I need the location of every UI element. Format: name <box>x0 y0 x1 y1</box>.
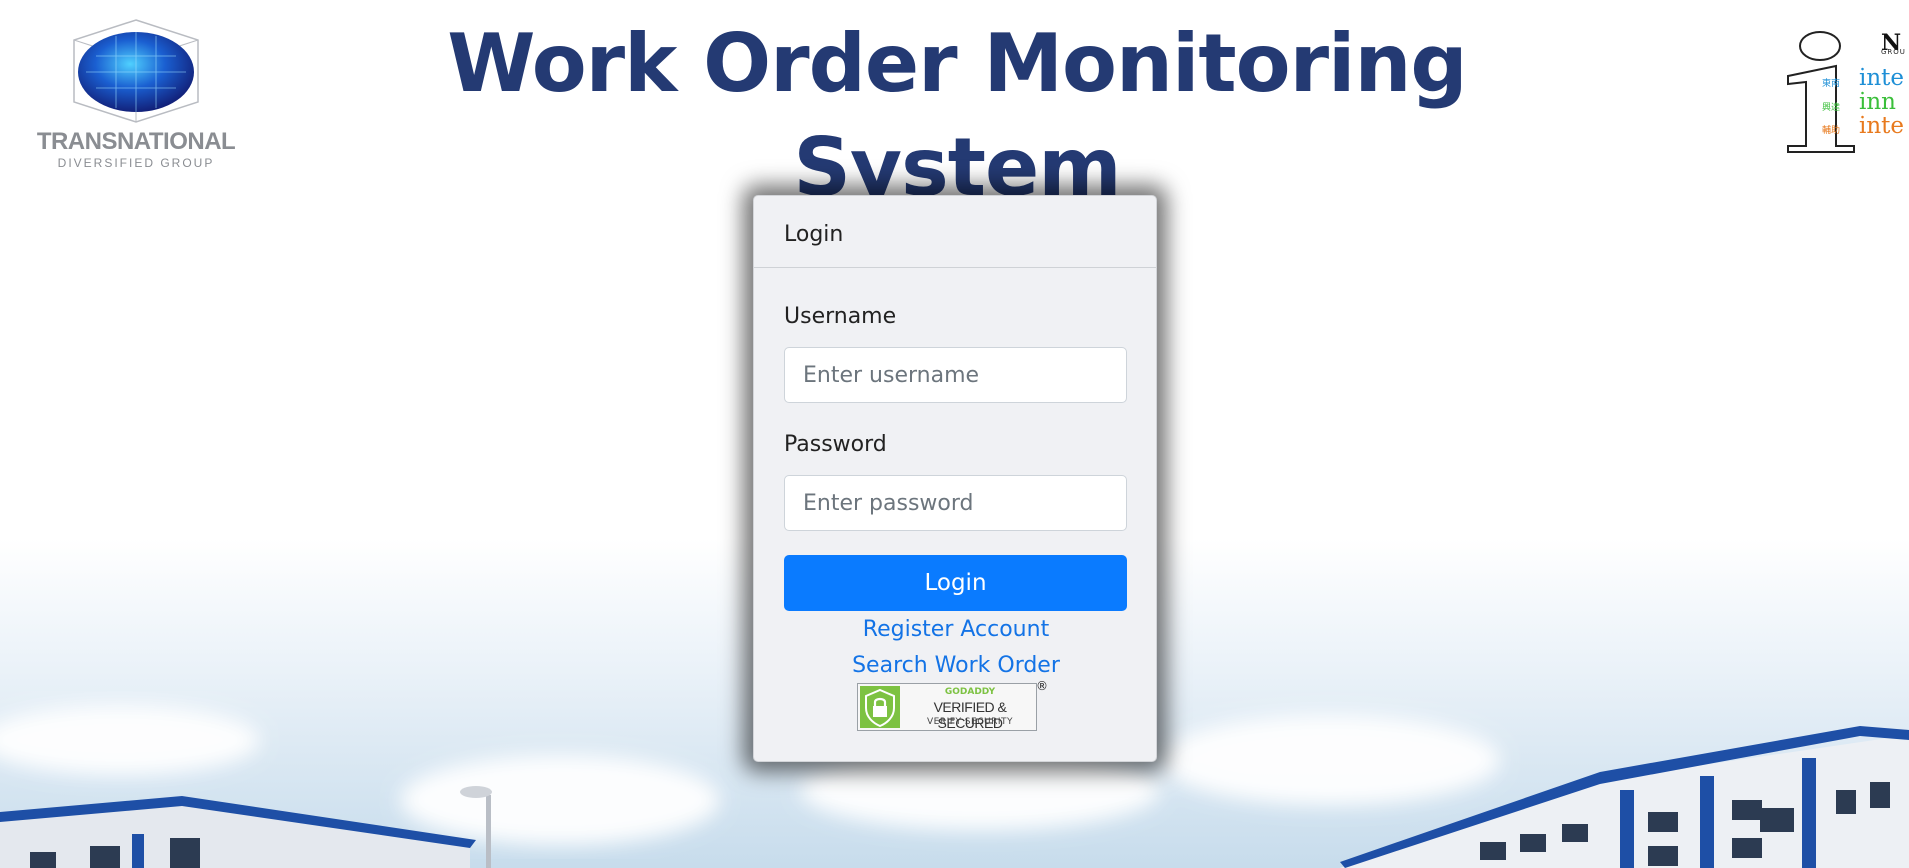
password-label: Password <box>784 432 887 457</box>
godaddy-security-seal[interactable]: GODADDY VERIFIED & SECURED VERIFY SECURI… <box>857 679 1048 735</box>
seal-box: GODADDY VERIFIED & SECURED VERIFY SECURI… <box>857 683 1037 731</box>
transnational-logo: TRANSNATIONAL DIVERSIFIED GROUP <box>36 18 236 170</box>
login-button[interactable]: Login <box>784 555 1127 611</box>
right-logo-group: GROU <box>1881 48 1906 56</box>
username-input[interactable] <box>784 347 1127 403</box>
company-name: TRANSNATIONAL <box>36 128 236 155</box>
password-input[interactable] <box>784 475 1127 531</box>
right-logo-tag-1: 東南 <box>1822 79 1841 89</box>
page-title: Work Order Monitoring System <box>447 17 1467 214</box>
right-logo-tag-2: 興達 <box>1822 103 1841 113</box>
registered-mark: ® <box>1036 679 1048 693</box>
register-account-link[interactable]: Register Account <box>754 617 1158 642</box>
right-logo-line-3: inte <box>1859 113 1905 139</box>
padlock-icon <box>860 686 900 728</box>
login-card-header: Login <box>754 196 1156 268</box>
seal-subtitle: VERIFY SECURITY <box>927 717 1013 727</box>
search-work-order-link[interactable]: Search Work Order <box>754 653 1158 678</box>
seal-brand: GODADDY <box>944 687 996 697</box>
login-card: Login Username Password Login Register A… <box>753 195 1157 762</box>
globe-cube-icon <box>73 19 199 123</box>
username-label: Username <box>784 304 897 329</box>
right-logo-line-1: inte <box>1859 65 1905 91</box>
right-brand-logo: N GROU 東南 興達 輔助 inte inn inte <box>1782 26 1909 158</box>
right-logo-line-2: inn <box>1859 89 1896 115</box>
company-subtitle: DIVERSIFIED GROUP <box>57 156 215 170</box>
right-logo-tag-3: 輔助 <box>1822 126 1841 136</box>
